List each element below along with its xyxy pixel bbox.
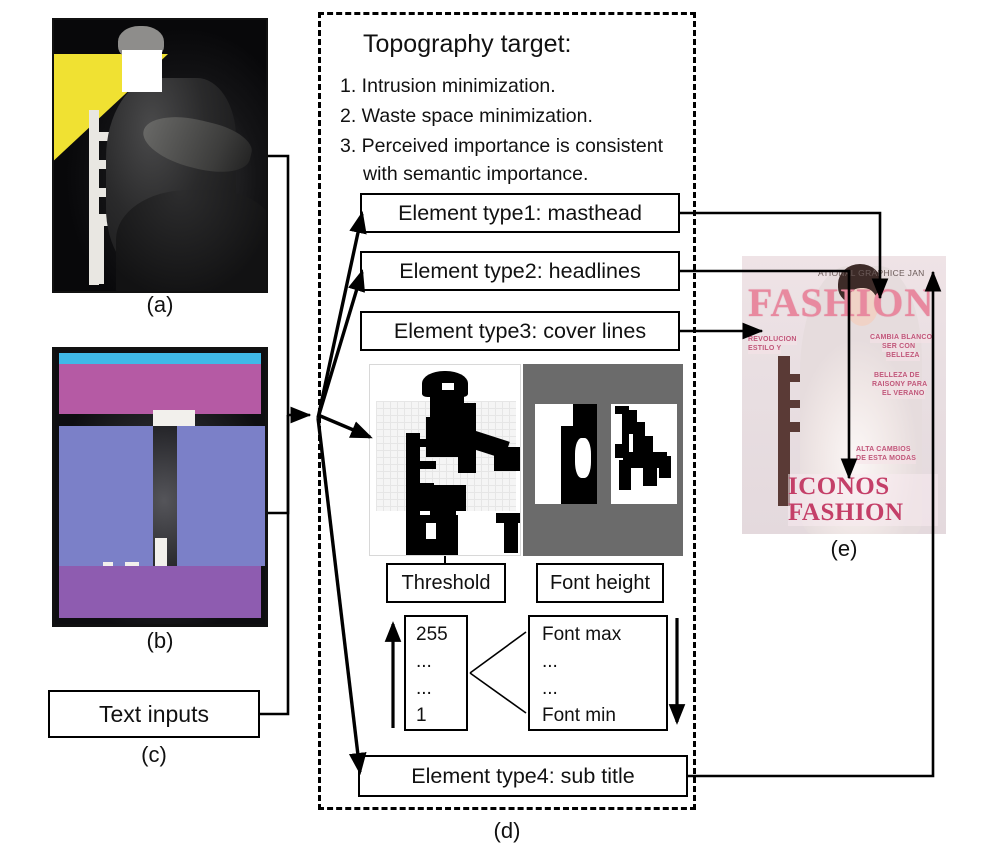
threshold-label: Threshold (401, 571, 491, 594)
caption-a: (a) (146, 292, 174, 317)
font-height-image (523, 364, 683, 556)
element-type1-box[interactable]: Element type1: masthead (360, 193, 680, 233)
white-chip-top (153, 410, 195, 426)
cover-top-line: ATIONAL GRAPHICE JAN (818, 268, 925, 278)
caption-e: (e) (830, 536, 858, 561)
wire-b-to-hub (268, 415, 290, 515)
topography-item-4: with semantic importance. (363, 163, 589, 185)
input-photo-a (52, 18, 268, 293)
topography-item-2: 2. Waste space minimization. (340, 105, 593, 127)
caption-d: (d) (493, 818, 521, 843)
font-height-box[interactable]: Font height (536, 563, 664, 603)
face-mask-rectangle (122, 50, 162, 92)
cover-line-left-1: REVOLUCION (748, 336, 797, 345)
wire-a-to-hub (268, 154, 312, 424)
cover-line-right1-2: SER CON (882, 343, 916, 352)
threshold-value-min: 1 (416, 705, 427, 726)
cover-sub-title-line2: FASHION (788, 500, 938, 526)
caption-c: (c) (141, 742, 167, 767)
element-type2-box[interactable]: Element type2: headlines (360, 251, 680, 291)
topography-target-title: Topography target: (363, 30, 572, 58)
text-inputs-label: Text inputs (99, 700, 209, 727)
font-values-box: Font max ... ... Font min (528, 615, 668, 731)
cover-line-left-2: ESTILO Y (748, 345, 782, 354)
figure-skirt-shape (116, 190, 266, 291)
threshold-box[interactable]: Threshold (386, 563, 506, 603)
element-type3-box[interactable]: Element type3: cover lines (360, 311, 680, 351)
caption-b: (b) (146, 628, 174, 653)
element-type3-label: Element type3: cover lines (393, 318, 647, 343)
cover-line-mid-2: DE ESTA MODAS (856, 455, 917, 464)
white-chip-mid (155, 538, 167, 566)
element-type2-label: Element type2: headlines (399, 258, 641, 283)
font-value-ellipsis-1: ... (542, 651, 558, 672)
cover-line-right2-3: EL VERANO (882, 390, 925, 399)
font-value-max: Font max (542, 624, 622, 645)
threshold-values-box: 255 ... ... 1 (404, 615, 468, 731)
topography-item-3: 3. Perceived importance is consistent (340, 135, 663, 157)
cover-line-right2-2: RAISONY PARA (872, 381, 928, 390)
threshold-binary-image (369, 364, 521, 556)
cover-line-right1-3: BELLEZA (886, 352, 920, 361)
cover-masthead: FASHION (748, 280, 935, 325)
magenta-band-block (59, 364, 261, 414)
element-type1-label: Element type1: masthead (398, 200, 642, 225)
cover-line-mid-1: ALTA CAMBIOS (856, 446, 911, 455)
font-value-min: Font min (542, 705, 616, 726)
cover-sub-title-line1: ICONOS (788, 474, 938, 500)
blue-block-right (177, 426, 265, 566)
font-height-label: Font height (549, 571, 651, 594)
text-inputs-box[interactable]: Text inputs (48, 690, 260, 738)
magazine-cover-e: ATIONAL GRAPHICE JAN FASHION REVOLUCION … (742, 256, 946, 534)
purple-band-block (59, 566, 261, 618)
figure-canvas: (a) (b) Text inputs (c) Topography targe… (0, 0, 1003, 863)
element-type4-label: Element type4: sub title (411, 763, 635, 788)
cover-sub-title: ICONOS FASHION (788, 474, 938, 526)
font-value-ellipsis-2: ... (542, 678, 558, 699)
threshold-value-ellipsis-1: ... (416, 651, 432, 672)
threshold-value-ellipsis-2: ... (416, 678, 432, 699)
blue-block-left (59, 426, 153, 566)
topography-item-1: 1. Intrusion minimization. (340, 75, 556, 97)
layout-mock-b (52, 347, 268, 627)
threshold-value-max: 255 (416, 624, 448, 645)
cover-line-right2-1: BELLEZA DE (874, 372, 920, 381)
element-type4-box[interactable]: Element type4: sub title (358, 755, 688, 797)
cover-line-right1-1: CAMBIA BLANCO (870, 334, 933, 343)
